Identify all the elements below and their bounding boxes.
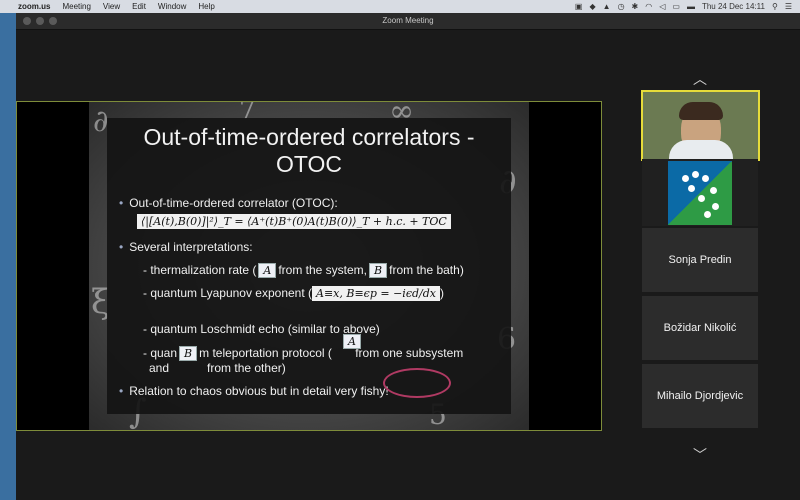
symbol-a: A [258,263,277,278]
title-bar: Zoom Meeting [16,13,800,30]
chevron-down-icon[interactable]: ﹀ [688,445,712,463]
bullet-chaos-text: Relation to chaos obvious but in detail … [129,384,389,398]
menu-meeting[interactable]: Meeting [62,2,90,11]
participant-name: Mihailo Djordjevic [656,390,744,402]
volume-icon[interactable]: ◁ [659,2,665,11]
menu-view[interactable]: View [103,2,120,11]
lyapunov-formula: A≡x, B≡ϵp = −iϵd/dx [312,286,440,301]
menu-app-name[interactable]: zoom.us [18,2,50,11]
symbol-b: B [369,263,388,278]
participant-logo-tile[interactable] [642,159,758,226]
sub-thermalization-post: from the bath) [389,263,464,277]
bullet-interpretations: • Several interpretations: [119,240,253,254]
sub-teleportation-post: from one subsystem [355,346,464,360]
sub-teleportation: - quan Bm teleportation protocol ( from o… [143,346,463,361]
participant-tile-mihailo[interactable]: Mihailo Djordjevic [642,364,758,428]
sub-teleportation-mid: m teleportation protocol ( [199,346,332,360]
language-flag-icon[interactable]: ▬ [687,2,695,11]
bullet-interpretations-text: Several interpretations: [129,240,253,254]
sub-teleportation-line2: and from the other) [149,361,286,375]
window-title: Zoom Meeting [382,16,434,25]
symbol-b-teleport: B [179,346,198,361]
participant-video-tile[interactable] [641,90,760,161]
organization-logo [668,160,732,225]
menu-help[interactable]: Help [198,2,214,11]
search-icon[interactable]: ⚲ [772,2,778,11]
sub-teleportation-other: from the other) [207,361,286,375]
time-machine-icon[interactable]: ◷ [618,2,625,11]
zoom-window: Zoom Meeting ∂ 7 ∞ ∂ ξ 6 ∫ 5 Out-of-time… [16,13,800,500]
sub-lyapunov: - quantum Lyapunov exponent (A≡x, B≡ϵp =… [143,286,444,301]
menu-edit[interactable]: Edit [132,2,146,11]
participant-shirt [669,140,733,160]
bullet-otoc: • Out-of-time-ordered correlator (OTOC): [119,196,338,210]
sub-thermalization: - thermalization rate (Afrom the system,… [143,263,464,278]
menu-window[interactable]: Window [158,2,186,11]
bullet-otoc-text: Out-of-time-ordered correlator (OTOC): [129,196,338,210]
symbol-a-teleport: A [343,334,361,349]
wifi-icon[interactable]: ◠ [645,2,652,11]
chevron-up-icon[interactable]: ︿ [688,69,712,87]
otoc-formula: ⟨|[A(t),B(0)]|²⟩_T = ⟨A⁺(t)B⁺(0)A(t)B(0)… [137,214,451,229]
participant-name: Božidar Nikolić [663,322,737,334]
drive-icon[interactable]: ▲ [603,2,611,11]
sub-thermalization-mid: from the system, [278,263,368,277]
slide-title: Out-of-time-ordered correlators - OTOC [107,124,511,178]
sub-thermalization-pre: - thermalization rate ( [143,263,257,277]
sub-teleportation-and: and [149,361,170,375]
status-area: ▣ ◆ ▲ ◷ ✱ ◠ ◁ ▭ ▬ Thu 24 Dec 14:11 ⚲ ☰ [575,2,792,11]
bullet-chaos: • Relation to chaos obvious but in detail… [119,384,389,398]
slide-title-line2: OTOC [275,151,343,177]
presentation-slide: ∂ 7 ∞ ∂ ξ 6 ∫ 5 Out-of-time-ordered corr… [89,102,529,430]
battery-icon[interactable]: ▭ [672,2,680,11]
annotation-circle [383,368,451,398]
menu-bar: zoom.us Meeting View Edit Window Help ▣ … [0,0,800,13]
participant-name: Sonja Predin [668,254,732,266]
zoom-status-icon[interactable]: ▣ [575,2,583,11]
control-center-icon[interactable]: ☰ [785,2,792,11]
dropbox-icon[interactable]: ◆ [589,2,595,11]
slide-title-line1: Out-of-time-ordered correlators - [143,124,475,150]
sub-lyapunov-pre: - quantum Lyapunov exponent ( [143,286,313,300]
participant-tile-sonja[interactable]: Sonja Predin [642,228,758,292]
bluetooth-icon[interactable]: ✱ [632,2,639,11]
clock[interactable]: Thu 24 Dec 14:11 [702,2,765,11]
shared-screen: ∂ 7 ∞ ∂ ξ 6 ∫ 5 Out-of-time-ordered corr… [16,101,602,431]
participant-tile-bozidar[interactable]: Božidar Nikolić [642,296,758,360]
sub-teleportation-pre: - quan [143,346,178,360]
sub-lyapunov-post: ) [439,286,444,300]
